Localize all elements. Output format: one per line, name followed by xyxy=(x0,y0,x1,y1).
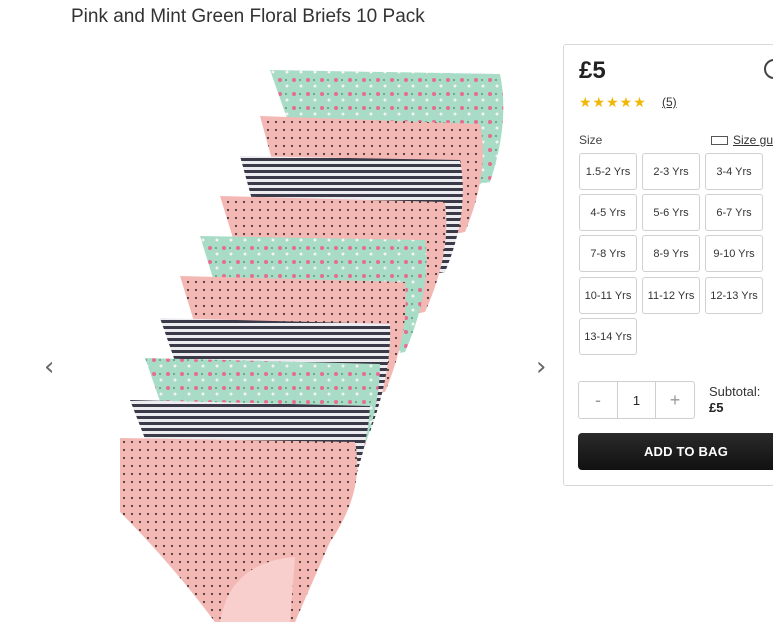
size-option[interactable]: 7-8 Yrs xyxy=(579,235,637,272)
quantity-decrease-button[interactable]: - xyxy=(579,382,617,418)
size-option[interactable]: 4-5 Yrs xyxy=(579,194,637,231)
quantity-stepper: - 1 + xyxy=(578,381,695,419)
size-option[interactable]: 5-6 Yrs xyxy=(642,194,700,231)
size-option[interactable]: 3-4 Yrs xyxy=(705,153,763,190)
wishlist-icon[interactable] xyxy=(764,59,773,79)
size-option[interactable]: 8-9 Yrs xyxy=(642,235,700,272)
subtotal-label: Subtotal: xyxy=(709,384,761,399)
product-title: Pink and Mint Green Floral Briefs 10 Pac… xyxy=(71,6,425,27)
price: £5 xyxy=(579,57,606,84)
chevron-right-icon[interactable]: › xyxy=(536,354,546,380)
quantity-input[interactable]: 1 xyxy=(617,382,656,418)
product-gallery: ‹ › xyxy=(40,44,560,622)
quantity-increase-button[interactable]: + xyxy=(656,382,694,418)
subtotal-value: £5 xyxy=(709,400,724,415)
add-to-bag-button[interactable]: ADD TO BAG xyxy=(578,433,773,470)
chevron-left-icon[interactable]: ‹ xyxy=(44,354,54,380)
size-guide-link[interactable]: Size gu xyxy=(711,133,773,147)
ruler-icon xyxy=(711,136,728,146)
size-option[interactable]: 1.5-2 Yrs xyxy=(579,153,637,190)
size-option[interactable]: 6-7 Yrs xyxy=(705,194,763,231)
star-rating: ★★★★★ xyxy=(579,95,647,111)
size-guide-label[interactable]: Size gu xyxy=(733,133,773,147)
size-option[interactable]: 12-13 Yrs xyxy=(705,277,763,314)
size-option[interactable]: 10-11 Yrs xyxy=(579,277,637,314)
product-image xyxy=(120,70,504,622)
size-label: Size xyxy=(579,133,603,147)
review-count-link[interactable]: (5) xyxy=(662,95,677,109)
purchase-panel: £5 ★★★★★ (5) Size Size gu 1.5-2 Yrs 2-3 … xyxy=(563,44,773,486)
size-option[interactable]: 13-14 Yrs xyxy=(579,318,637,355)
size-option[interactable]: 11-12 Yrs xyxy=(642,277,700,314)
size-option[interactable]: 9-10 Yrs xyxy=(705,235,763,272)
size-option[interactable]: 2-3 Yrs xyxy=(642,153,700,190)
